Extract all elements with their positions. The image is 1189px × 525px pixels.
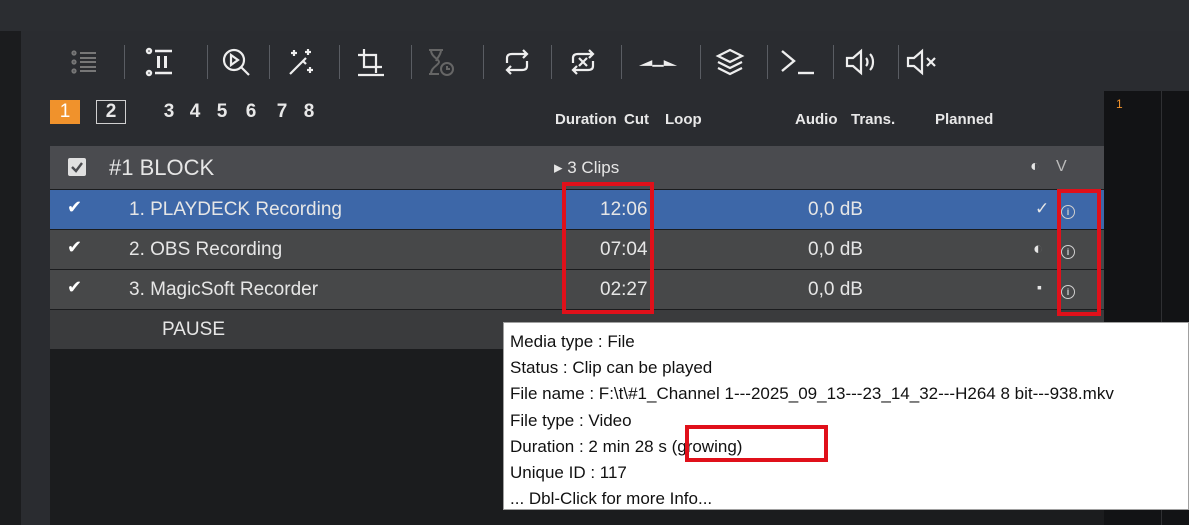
clip-name: 2. OBS Recording bbox=[129, 239, 283, 260]
toolbar-separator bbox=[833, 45, 834, 79]
block-clip-count[interactable]: ▸ 3 Clips bbox=[554, 158, 619, 178]
check-icon[interactable]: ✔ bbox=[67, 237, 82, 258]
clip-audio-level: 0,0 dB bbox=[808, 279, 863, 300]
right-panel-number: 1 bbox=[1116, 97, 1123, 111]
info-highlight-box bbox=[1057, 189, 1101, 316]
clip-info-tooltip: Media type : File Status : Clip can be p… bbox=[503, 322, 1189, 510]
layers-icon[interactable] bbox=[709, 41, 751, 83]
toolbar-separator bbox=[207, 45, 208, 79]
playlist-icon[interactable] bbox=[63, 41, 105, 83]
zoom-play-icon[interactable] bbox=[215, 41, 257, 83]
column-header-cut[interactable]: Cut bbox=[624, 111, 649, 128]
tab-5[interactable]: 5 bbox=[207, 100, 237, 124]
block-title: #1 BLOCK bbox=[109, 155, 215, 180]
toolbar-separator bbox=[767, 45, 768, 79]
toolbar-separator bbox=[483, 45, 484, 79]
check-icon[interactable]: ✔ bbox=[67, 197, 82, 218]
check-icon[interactable]: ✔ bbox=[67, 277, 82, 298]
clip-status-icon: ▪ bbox=[1037, 279, 1042, 295]
mute-icon[interactable] bbox=[902, 41, 944, 83]
magic-wand-icon[interactable] bbox=[280, 41, 322, 83]
toolbar-separator bbox=[700, 45, 701, 79]
tab-7[interactable]: 7 bbox=[267, 100, 297, 124]
pause-label: PAUSE bbox=[162, 319, 226, 340]
window-top-strip bbox=[0, 0, 1189, 31]
column-header-audio[interactable]: Audio bbox=[795, 111, 838, 128]
clip-name: 3. MagicSoft Recorder bbox=[129, 279, 319, 300]
tab-2[interactable]: 2 bbox=[96, 100, 126, 124]
chevron-down-icon[interactable]: V bbox=[1056, 158, 1067, 176]
column-header-duration[interactable]: Duration bbox=[555, 111, 617, 128]
toolbar-separator bbox=[339, 45, 340, 79]
toolbar bbox=[21, 31, 1189, 91]
timer-icon[interactable] bbox=[419, 41, 461, 83]
fade-icon[interactable] bbox=[637, 41, 679, 83]
tab-1[interactable]: 1 bbox=[50, 100, 80, 124]
tooltip-file-name: File name : F:\t\#1_Channel 1---2025_09_… bbox=[510, 384, 1114, 404]
toolbar-separator bbox=[898, 45, 899, 79]
block-checkbox[interactable] bbox=[68, 158, 86, 176]
tooltip-duration: Duration : 2 min 28 s (growing) bbox=[510, 436, 743, 456]
pause-block-icon[interactable] bbox=[139, 41, 181, 83]
growing-highlight-box bbox=[685, 425, 828, 462]
clip-audio-level: 0,0 dB bbox=[808, 199, 863, 220]
crop-icon[interactable] bbox=[350, 41, 392, 83]
tab-6[interactable]: 6 bbox=[236, 100, 266, 124]
column-header-planned[interactable]: Planned bbox=[935, 111, 993, 128]
clip-status-icon: ✓ bbox=[1035, 199, 1050, 218]
tooltip-media-type: Media type : File bbox=[510, 332, 635, 351]
clip-name: 1. PLAYDECK Recording bbox=[129, 199, 342, 220]
tooltip-status: Status : Clip can be played bbox=[510, 358, 713, 378]
column-header-loop[interactable]: Loop bbox=[665, 111, 702, 128]
duration-highlight-box bbox=[562, 182, 654, 314]
shuffle-icon[interactable] bbox=[562, 41, 604, 83]
clip-status-icon: ◐ bbox=[1033, 239, 1044, 258]
toolbar-separator bbox=[269, 45, 270, 79]
clip-audio-level: 0,0 dB bbox=[808, 239, 863, 260]
tab-4[interactable]: 4 bbox=[180, 100, 210, 124]
block-half-circle-icon: ◐ bbox=[1030, 158, 1040, 175]
toolbar-separator bbox=[411, 45, 412, 79]
tooltip-more-info: ... Dbl-Click for more Info... bbox=[510, 489, 713, 509]
column-header-trans[interactable]: Trans. bbox=[851, 111, 895, 128]
volume-icon[interactable] bbox=[841, 41, 883, 83]
loop-icon[interactable] bbox=[496, 41, 538, 83]
terminal-icon[interactable] bbox=[777, 41, 819, 83]
tab-8[interactable]: 8 bbox=[294, 100, 324, 124]
tooltip-unique-id: Unique ID : 117 bbox=[510, 462, 627, 482]
tooltip-file-type: File type : Video bbox=[510, 410, 632, 430]
toolbar-separator bbox=[551, 45, 552, 79]
toolbar-separator bbox=[124, 45, 125, 79]
toolbar-separator bbox=[621, 45, 622, 79]
